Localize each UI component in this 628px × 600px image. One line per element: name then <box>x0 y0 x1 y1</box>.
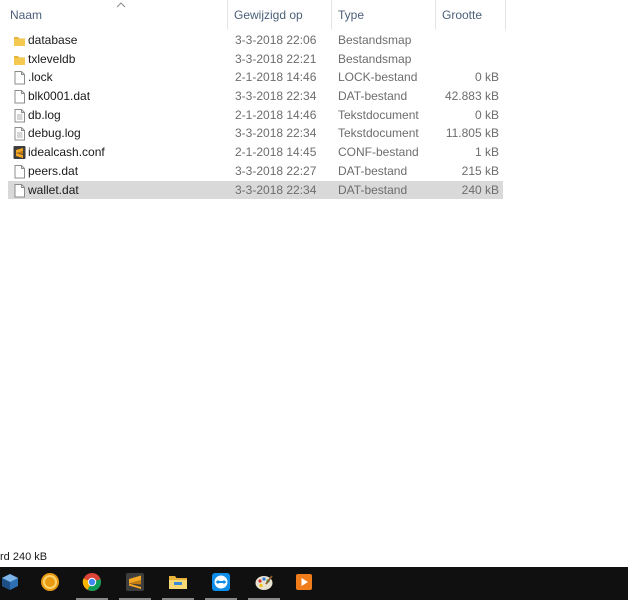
taskbar-teamviewer-button[interactable] <box>203 567 239 600</box>
file-modified: 3-3-2018 22:06 <box>235 33 317 47</box>
file-icon <box>13 164 26 179</box>
file-modified: 2-1-2018 14:45 <box>235 145 317 160</box>
file-row[interactable]: .lock 2-1-2018 14:46 LOCK-bestand 0 kB <box>8 68 503 87</box>
file-type: Bestandsmap <box>338 51 412 66</box>
column-header-name-label: Naam <box>10 8 43 22</box>
column-header-type[interactable]: Type <box>332 0 436 30</box>
file-modified: 3-3-2018 22:21 <box>235 51 317 66</box>
file-icon <box>13 183 26 198</box>
sublime-file-icon <box>13 145 26 160</box>
file-row[interactable]: wallet.dat 3-3-2018 22:34 DAT-bestand 240 k… <box>8 180 503 200</box>
file-explorer-icon <box>168 572 188 595</box>
sublime-text-icon <box>125 572 145 595</box>
virtualbox-icon <box>0 572 20 595</box>
media-player-icon <box>294 572 314 595</box>
file-modified: 3-3-2018 22:34 <box>235 89 317 104</box>
file-type: Tekstdocument <box>338 126 419 141</box>
file-name: blk0001.dat <box>28 89 91 104</box>
file-type: Bestandsmap <box>338 33 412 47</box>
file-row[interactable]: peers.dat 3-3-2018 22:27 DAT-bestand 215 kB <box>8 162 503 181</box>
text-file-icon <box>13 108 26 123</box>
file-type: Tekstdocument <box>338 107 419 122</box>
file-type: CONF-bestand <box>338 145 419 160</box>
status-bar: rd 240 kB <box>0 548 47 566</box>
file-type: LOCK-bestand <box>338 70 418 85</box>
file-row[interactable]: idealcash.conf 2-1-2018 14:45 CONF-bestand… <box>8 143 503 162</box>
text-file-icon <box>13 126 26 141</box>
teamviewer-icon <box>211 572 231 595</box>
file-name: debug.log <box>28 126 81 141</box>
file-type: DAT-bestand <box>338 182 408 197</box>
file-name: peers.dat <box>28 163 79 178</box>
file-name: txleveldb <box>28 51 76 66</box>
file-row[interactable]: txleveldb 3-3-2018 22:21 Bestandsmap <box>8 50 503 69</box>
column-header-name[interactable]: Naam <box>4 0 228 30</box>
file-name: db.log <box>28 107 61 122</box>
folder-icon <box>13 33 26 48</box>
file-icon <box>13 89 26 104</box>
taskbar <box>0 567 628 600</box>
file-size: 215 kB <box>461 163 499 178</box>
coin-app-icon <box>40 572 60 595</box>
file-size: 1 kB <box>474 145 499 160</box>
file-type: DAT-bestand <box>338 163 408 178</box>
column-header-type-label: Type <box>338 8 365 22</box>
chrome-icon <box>82 572 102 595</box>
column-header-modified[interactable]: Gewijzigd op <box>228 0 332 30</box>
file-size: 240 kB <box>461 182 499 197</box>
file-row[interactable]: db.log 2-1-2018 14:46 Tekstdocument 0 kB <box>8 106 503 125</box>
column-header-modified-label: Gewijzigd op <box>234 8 303 22</box>
file-name: idealcash.conf <box>28 145 105 160</box>
taskbar-chrome-button[interactable] <box>74 567 110 600</box>
column-header-size-label: Grootte <box>442 8 483 22</box>
file-row[interactable]: blk0001.dat 3-3-2018 22:34 DAT-bestand 42.8… <box>8 87 503 106</box>
file-size: 11.805 kB <box>445 126 499 141</box>
file-size: 0 kB <box>474 107 499 122</box>
taskbar-sublime-text-button[interactable] <box>117 567 153 600</box>
file-list: database 3-3-2018 22:06 Bestandsmap txlevel… <box>8 31 503 200</box>
taskbar-media-player-button[interactable] <box>286 567 322 600</box>
file-modified: 2-1-2018 14:46 <box>235 107 317 122</box>
file-name: .lock <box>28 70 53 85</box>
folder-icon <box>13 52 26 67</box>
file-explorer-window: Naam Gewijzigd op Type Grootte database 3… <box>0 0 628 567</box>
file-size: 0 kB <box>474 70 499 85</box>
file-name: wallet.dat <box>28 182 79 197</box>
status-selection-size: rd 240 kB <box>0 551 48 563</box>
file-type: DAT-bestand <box>338 89 408 104</box>
paint-icon <box>254 572 274 595</box>
column-header-row: Naam Gewijzigd op Type Grootte <box>0 0 506 30</box>
file-modified: 3-3-2018 22:34 <box>235 126 317 141</box>
taskbar-virtualbox-button[interactable] <box>0 567 28 600</box>
column-header-size[interactable]: Grootte <box>436 0 506 30</box>
file-modified: 3-3-2018 22:27 <box>235 163 317 178</box>
taskbar-paint-button[interactable] <box>246 567 282 600</box>
file-size: 42.883 kB <box>444 89 499 104</box>
file-modified: 3-3-2018 22:34 <box>235 182 317 197</box>
sort-ascending-icon <box>116 2 126 8</box>
file-icon <box>13 70 26 85</box>
taskbar-file-explorer-button[interactable] <box>160 567 196 600</box>
taskbar-coin-app-button[interactable] <box>32 567 68 600</box>
file-name: database <box>28 33 78 47</box>
file-row[interactable]: database 3-3-2018 22:06 Bestandsmap <box>8 31 503 50</box>
file-row[interactable]: debug.log 3-3-2018 22:34 Tekstdocument 11.8… <box>8 124 503 143</box>
file-modified: 2-1-2018 14:46 <box>235 70 317 85</box>
